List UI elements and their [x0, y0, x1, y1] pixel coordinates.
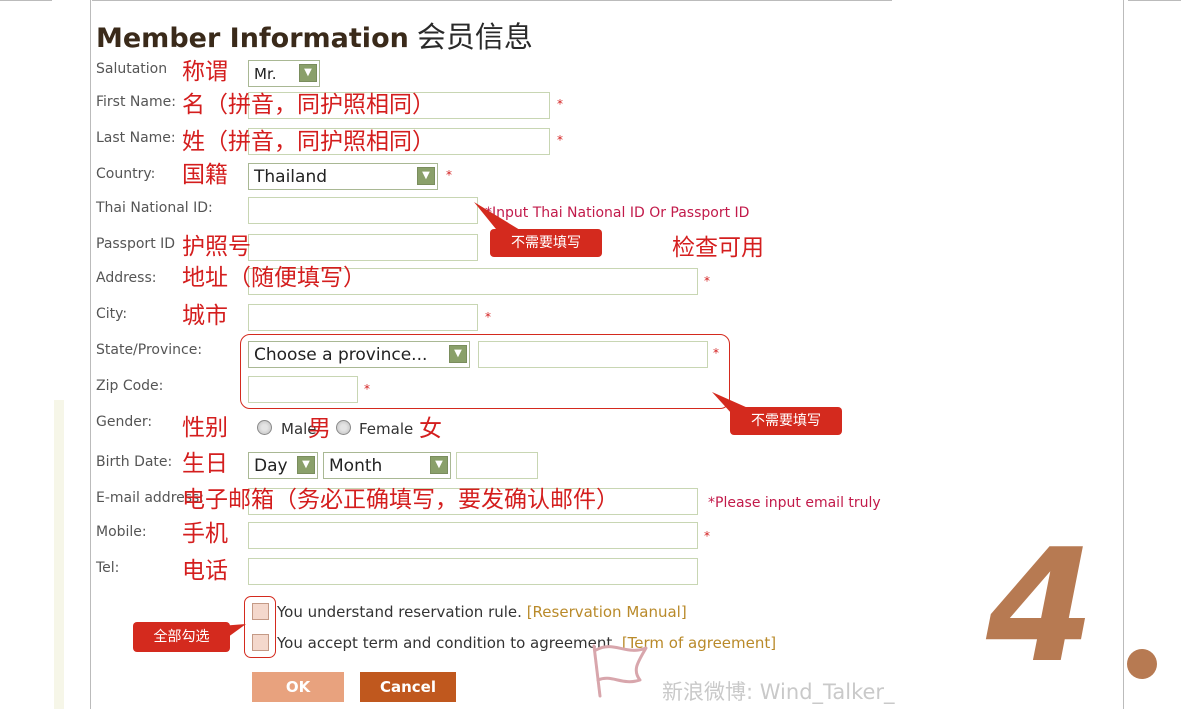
- callout-no-fill-province: 不需要填写: [730, 407, 842, 435]
- birth-year-input[interactable]: [456, 452, 538, 479]
- first-name-label: First Name:: [96, 94, 176, 110]
- reservation-manual-link[interactable]: [Reservation Manual]: [527, 603, 687, 621]
- birth-cn-note: 生日: [182, 451, 228, 477]
- female-radio[interactable]: [336, 420, 351, 435]
- country-label: Country:: [96, 166, 156, 182]
- birth-day-select[interactable]: Day ▼: [248, 452, 318, 479]
- city-label: City:: [96, 306, 128, 322]
- mobile-required-mark: *: [704, 529, 710, 543]
- frame-top-line-3: [1128, 0, 1181, 1]
- country-cn-note: 国籍: [182, 162, 228, 188]
- passport-check-note: 检查可用: [672, 235, 764, 261]
- zip-required-mark: *: [364, 382, 370, 396]
- tel-cn-note: 电话: [182, 558, 228, 584]
- birth-month-value: Month: [329, 456, 383, 476]
- last-name-required-mark: *: [557, 133, 563, 147]
- city-required-mark: *: [485, 310, 491, 324]
- frame-top-line-2: [92, 0, 892, 1]
- reservation-rule-text: You understand reservation rule. [Reserv…: [277, 603, 687, 621]
- reservation-rule-label: You understand reservation rule.: [277, 603, 522, 621]
- gender-label: Gender:: [96, 414, 153, 430]
- chevron-down-icon: ▼: [449, 345, 467, 363]
- thai-id-input[interactable]: [248, 197, 478, 224]
- salutation-select[interactable]: Mr. ▼: [248, 60, 320, 87]
- cancel-button[interactable]: Cancel: [360, 672, 456, 702]
- state-required-mark: *: [713, 346, 719, 360]
- mobile-label: Mobile:: [96, 524, 147, 540]
- city-cn-note: 城市: [182, 303, 228, 329]
- passport-label: Passport ID: [96, 236, 176, 252]
- province-select[interactable]: Choose a province... ▼: [248, 341, 470, 368]
- first-name-required-mark: *: [557, 97, 563, 111]
- city-input[interactable]: [248, 304, 478, 331]
- country-value: Thailand: [254, 167, 328, 187]
- frame-top-line: [0, 0, 52, 1]
- country-select[interactable]: Thailand ▼: [248, 163, 438, 190]
- address-label: Address:: [96, 270, 157, 286]
- passport-cn-note: 护照号: [182, 234, 251, 260]
- state-input[interactable]: [478, 341, 708, 368]
- salutation-value: Mr.: [254, 65, 277, 83]
- zip-input[interactable]: [248, 376, 358, 403]
- frame-right-line: [1123, 0, 1124, 709]
- chevron-down-icon: ▼: [417, 167, 435, 185]
- chevron-down-icon: ▼: [297, 456, 315, 474]
- page-title-en: Member Information: [96, 23, 409, 54]
- callout-check-all: 全部勾选: [133, 622, 230, 652]
- agreement-text: You accept term and condition to agreeme…: [277, 634, 776, 652]
- step-number: 4: [986, 515, 1095, 697]
- birth-month-select[interactable]: Month ▼: [323, 452, 451, 479]
- chevron-down-icon: ▼: [430, 456, 448, 474]
- address-required-mark: *: [704, 274, 710, 288]
- agreement-checkbox[interactable]: [252, 634, 269, 651]
- female-label: Female: [359, 420, 414, 438]
- chevron-down-icon: ▼: [299, 64, 317, 82]
- mobile-input[interactable]: [248, 522, 698, 549]
- email-hint: *Please input email truly: [708, 495, 881, 511]
- salutation-label: Salutation: [96, 61, 168, 77]
- tel-input[interactable]: [248, 558, 698, 585]
- reservation-rule-checkbox[interactable]: [252, 603, 269, 620]
- last-name-label: Last Name:: [96, 130, 176, 146]
- mobile-cn-note: 手机: [182, 521, 228, 547]
- tel-label: Tel:: [96, 560, 120, 576]
- left-decor-strip: [54, 400, 64, 709]
- page-title-cn: 会员信息: [416, 20, 533, 54]
- country-required-mark: *: [446, 168, 452, 182]
- last-name-cn-note: 姓（拼音，同护照相同）: [182, 129, 435, 155]
- weibo-logo-icon: [592, 644, 648, 698]
- thai-id-label: Thai National ID:: [96, 200, 213, 216]
- frame-left-line: [90, 0, 91, 709]
- zip-label: Zip Code:: [96, 378, 164, 394]
- email-cn-note: 电子邮箱（务必正确填写，要发确认邮件）: [182, 487, 619, 513]
- agreement-label: You accept term and condition to agreeme…: [277, 634, 618, 652]
- birth-date-label: Birth Date:: [96, 454, 173, 470]
- birth-day-value: Day: [254, 456, 288, 476]
- salutation-cn-note: 称谓: [182, 59, 228, 85]
- watermark-text: 新浪微博: Wind_Talker_: [662, 680, 895, 704]
- step-dot: [1127, 649, 1157, 679]
- male-radio[interactable]: [257, 420, 272, 435]
- address-cn-note: 地址（随便填写）: [182, 265, 366, 291]
- province-value: Choose a province...: [254, 345, 428, 365]
- first-name-cn-note: 名（拼音，同护照相同）: [182, 92, 435, 118]
- passport-input[interactable]: [248, 234, 478, 261]
- gender-cn-note: 性别: [182, 415, 228, 441]
- ok-button[interactable]: OK: [252, 672, 344, 702]
- page-title: Member Information 会员信息: [96, 14, 533, 56]
- female-cn-note: 女: [419, 416, 442, 442]
- male-cn-note: 男: [308, 416, 331, 442]
- state-label: State/Province:: [96, 342, 203, 358]
- callout-no-fill-id: 不需要填写: [490, 229, 602, 257]
